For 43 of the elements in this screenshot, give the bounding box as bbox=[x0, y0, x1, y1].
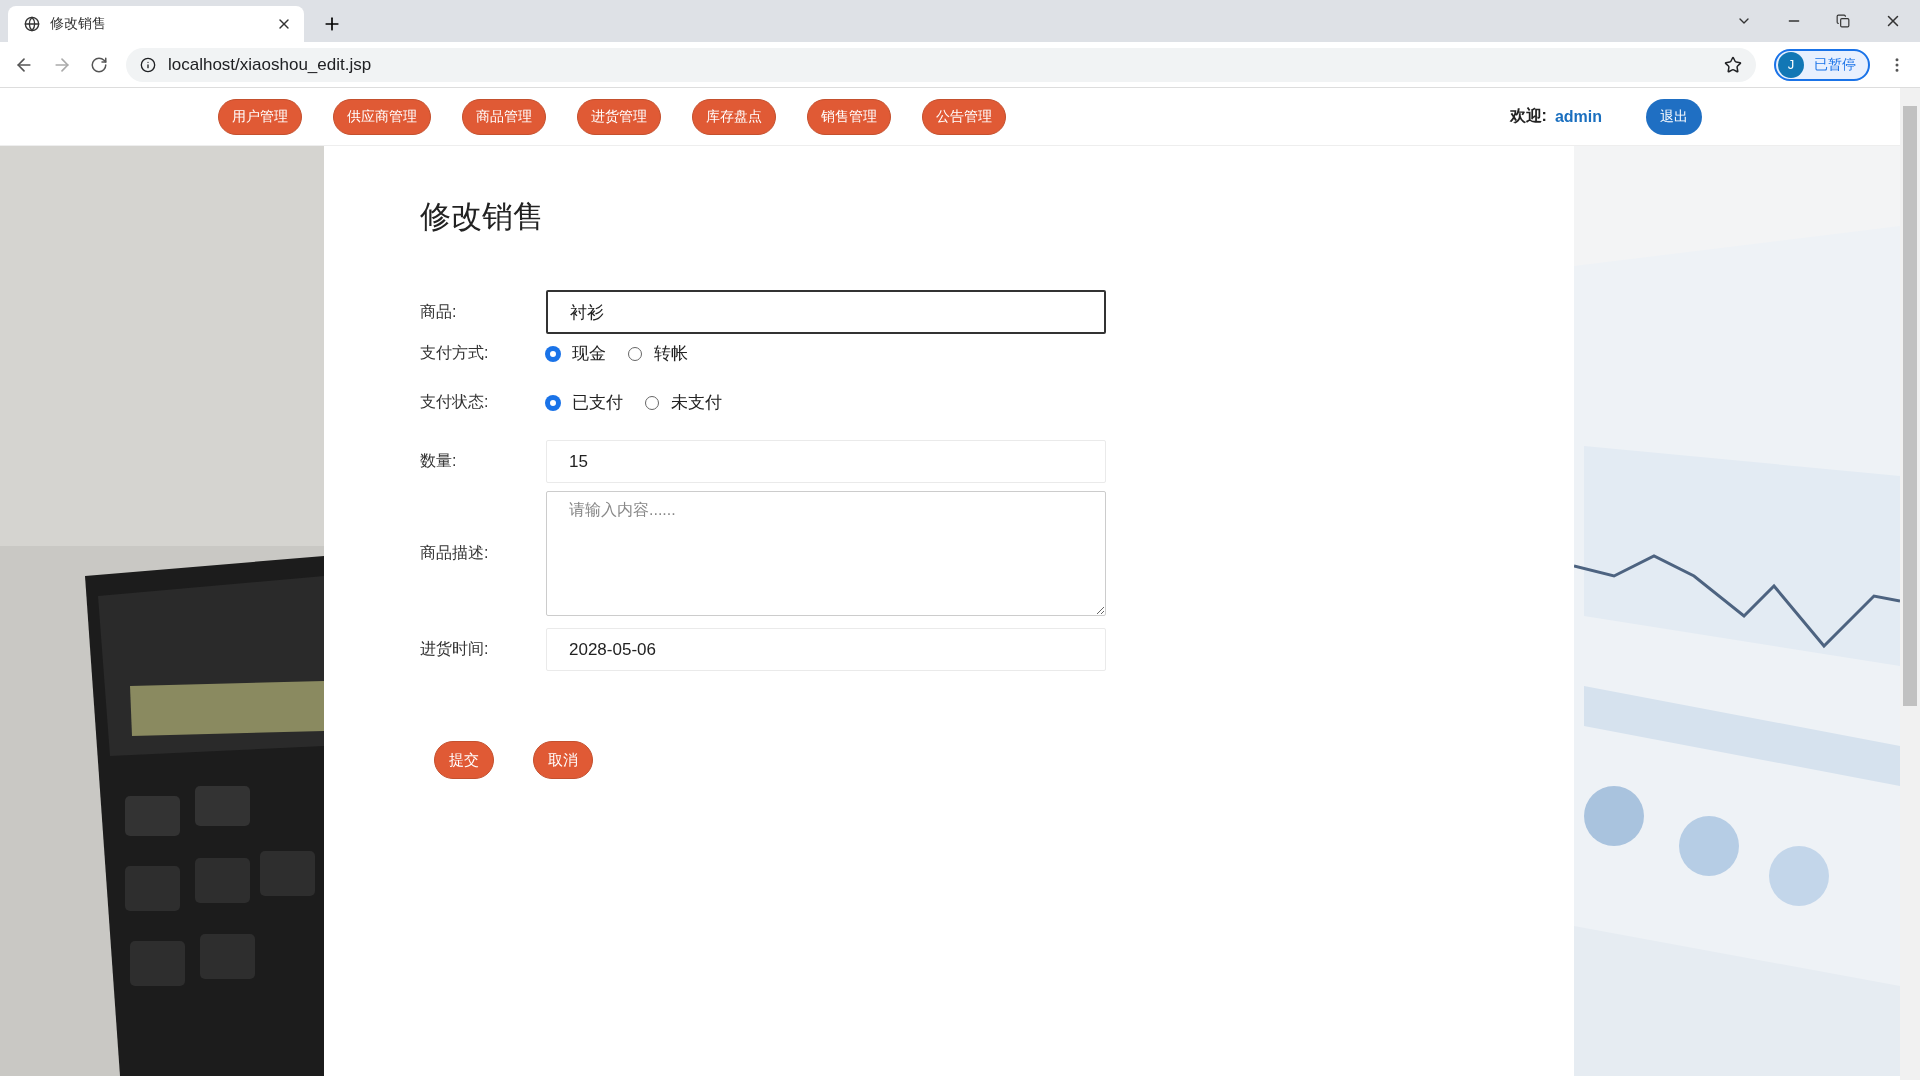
welcome-label: 欢迎: bbox=[1509, 106, 1547, 126]
radio-label: 未支付 bbox=[671, 392, 722, 414]
info-icon bbox=[140, 56, 156, 73]
star-icon[interactable] bbox=[1724, 55, 1742, 74]
globe-icon bbox=[24, 16, 40, 32]
reload-icon[interactable] bbox=[90, 55, 108, 74]
form-button[interactable]: 提交 bbox=[434, 741, 494, 779]
address-bar[interactable]: localhost/xiaoshou_edit.jsp bbox=[126, 47, 1756, 82]
profile-button[interactable]: J 已暂停 bbox=[1774, 48, 1870, 81]
nav-button[interactable]: 商品管理 bbox=[462, 98, 546, 135]
browser-tab[interactable]: 修改销售 bbox=[8, 6, 304, 42]
nav-button[interactable]: 公告管理 bbox=[922, 98, 1006, 135]
tab-title: 修改销售 bbox=[50, 15, 107, 33]
input-field[interactable]: 15 bbox=[546, 440, 1106, 483]
radio-button[interactable] bbox=[645, 395, 659, 410]
nav-button[interactable]: 进货管理 bbox=[577, 98, 661, 135]
radio-button[interactable] bbox=[546, 346, 560, 361]
nav-button[interactable]: 供应商管理 bbox=[333, 98, 431, 135]
scrollbar-thumb[interactable] bbox=[1903, 106, 1917, 706]
avatar: J bbox=[1778, 51, 1804, 78]
radio-label: 已支付 bbox=[572, 392, 623, 414]
field-label: 进货时间: bbox=[420, 639, 490, 659]
radio-label: 现金 bbox=[572, 343, 606, 365]
input-field[interactable]: 2028-05-06 bbox=[546, 628, 1106, 671]
user-name: admin bbox=[1554, 107, 1602, 126]
form-button[interactable]: 取消 bbox=[533, 741, 593, 779]
text-area[interactable]: 请输入内容...... bbox=[546, 491, 1106, 616]
input-field[interactable]: 衬衫 bbox=[546, 290, 1106, 334]
nav-button[interactable]: 用户管理 bbox=[218, 98, 302, 135]
page-title: 修改销售 bbox=[420, 198, 545, 236]
logout-button[interactable]: 退出 bbox=[1646, 98, 1702, 135]
radio-button[interactable] bbox=[546, 395, 560, 410]
nav-button[interactable]: 销售管理 bbox=[807, 98, 891, 135]
radio-label: 转帐 bbox=[654, 343, 688, 365]
field-label: 数量: bbox=[420, 451, 458, 471]
field-label: 商品描述: bbox=[420, 543, 490, 563]
url-text: localhost/xiaoshou_edit.jsp bbox=[168, 54, 372, 75]
radio-button[interactable] bbox=[628, 346, 642, 361]
restore-icon[interactable] bbox=[1836, 14, 1850, 28]
field-label: 商品: bbox=[420, 301, 458, 322]
field-label: 支付方式: bbox=[420, 343, 490, 363]
nav-button[interactable]: 库存盘点 bbox=[692, 98, 776, 135]
field-label: 支付状态: bbox=[420, 392, 490, 412]
